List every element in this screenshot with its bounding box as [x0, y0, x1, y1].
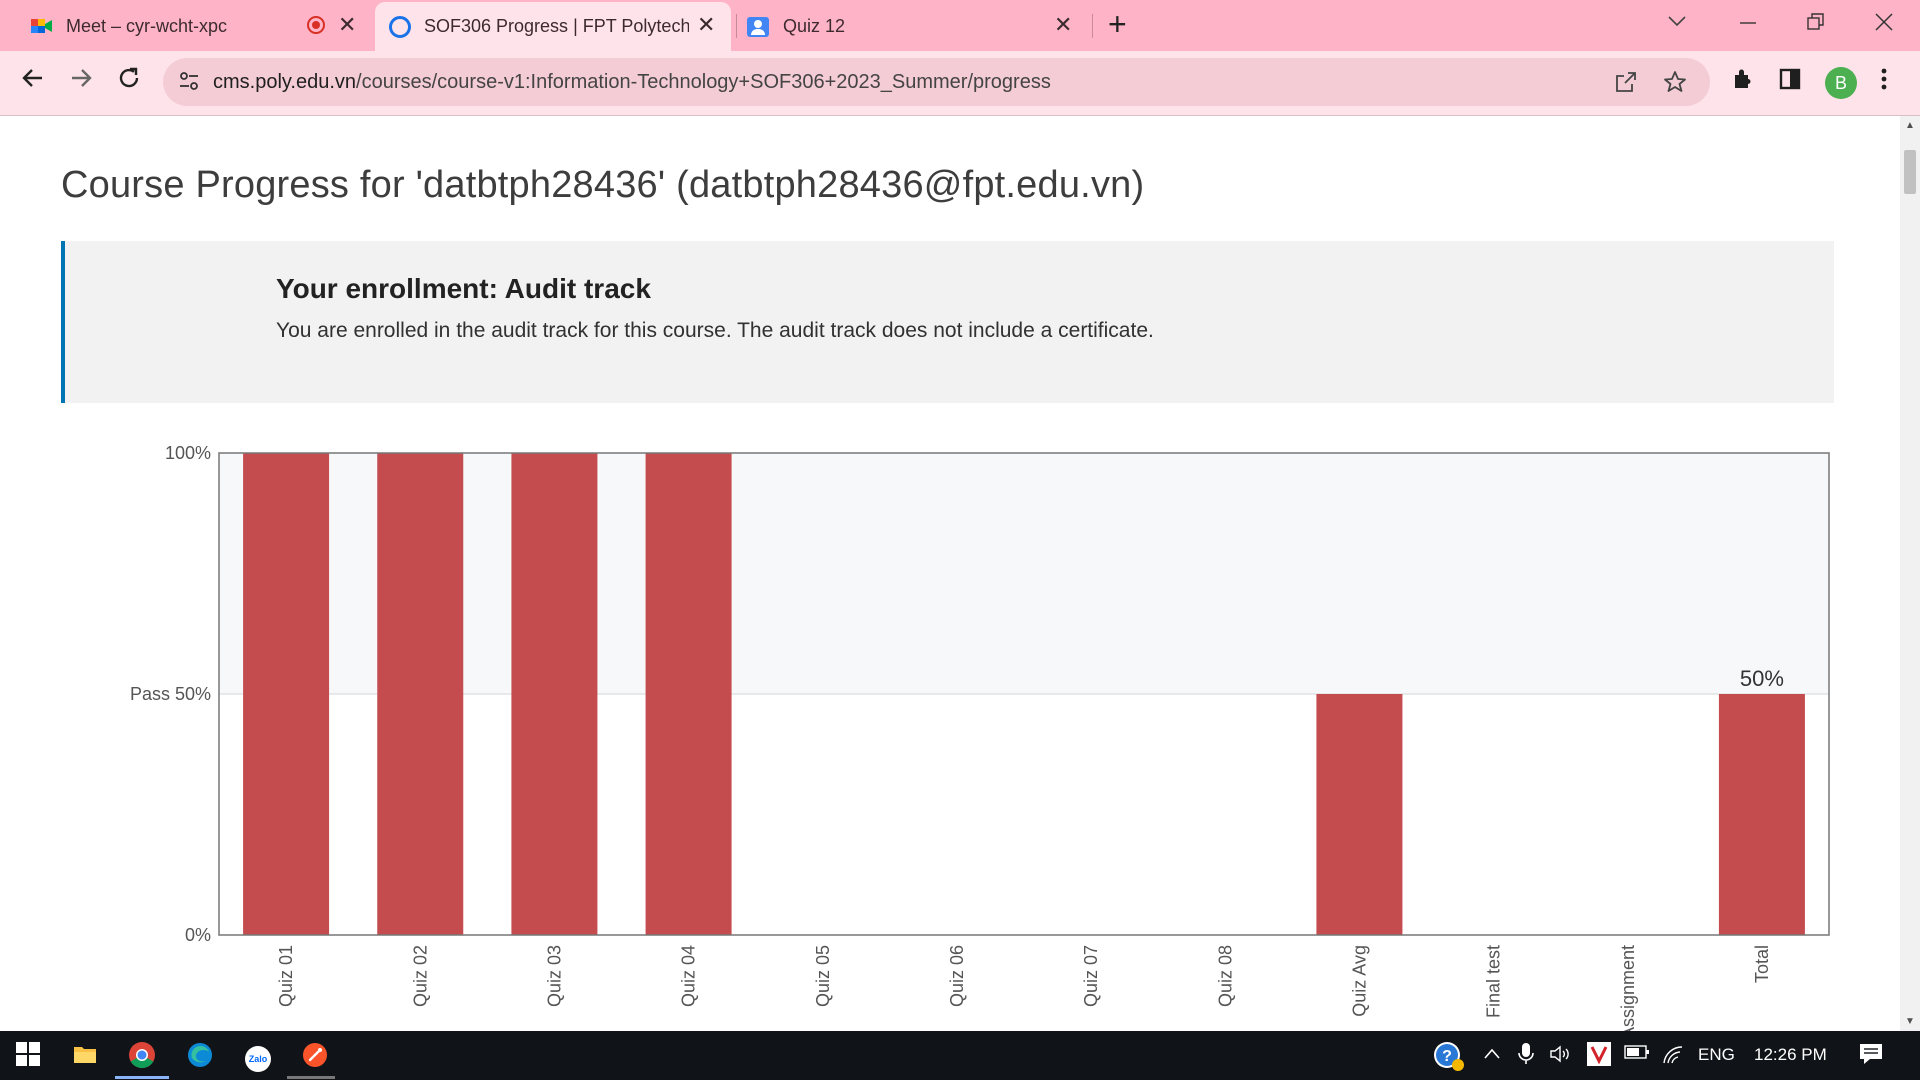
language-indicator[interactable]: ENG: [1698, 1045, 1735, 1065]
vivaldi-v-icon[interactable]: [1587, 1042, 1611, 1071]
page-content: Course Progress for 'datbtph28436' (datb…: [0, 116, 1900, 1031]
close-tab-icon[interactable]: ✕: [1054, 14, 1072, 36]
bookmark-star-icon[interactable]: [1662, 69, 1688, 102]
x-tick-label: Quiz 06: [947, 945, 967, 1007]
file-explorer-icon[interactable]: [70, 1041, 100, 1071]
back-arrow-icon[interactable]: [20, 65, 46, 97]
windows-start-icon[interactable]: [13, 1041, 43, 1071]
extensions-puzzle-icon[interactable]: [1731, 67, 1755, 98]
forward-arrow-icon[interactable]: [68, 65, 94, 97]
bar: [243, 453, 330, 935]
active-app-indicator: [115, 1076, 169, 1079]
url-host: cms.poly.edu.vn: [213, 71, 357, 93]
minimize-icon[interactable]: [1738, 2, 1758, 48]
address-bar[interactable]: cms.poly.edu.vn/courses/course-v1:Inform…: [163, 58, 1710, 106]
url-path: /courses/course-v1:Information-Technolog…: [356, 71, 1051, 93]
y-tick-label: Pass 50%: [130, 684, 211, 704]
svg-text:?: ?: [1442, 1048, 1452, 1065]
total-value-label: 50%: [1740, 666, 1784, 691]
scroll-up-arrow-icon[interactable]: ▲: [1905, 120, 1915, 131]
recording-indicator-icon: [307, 16, 325, 34]
browser-toolbar: cms.poly.edu.vn/courses/course-v1:Inform…: [0, 51, 1920, 116]
bar: [377, 453, 464, 935]
running-app-indicator: [287, 1076, 335, 1079]
share-icon[interactable]: [1614, 70, 1638, 101]
close-tab-icon[interactable]: ✕: [697, 14, 715, 36]
clock[interactable]: 12:26 PM: [1754, 1045, 1827, 1065]
x-tick-label: Quiz 01: [276, 945, 296, 1007]
page-scrollbar[interactable]: ▲ ▼: [1900, 116, 1920, 1031]
battery-icon[interactable]: [1624, 1044, 1650, 1065]
tab-meet[interactable]: Meet – cyr-wcht-xpc ✕: [14, 2, 372, 51]
x-tick-label: Quiz 02: [410, 945, 430, 1007]
bar: [511, 453, 598, 935]
tab-separator: [1092, 14, 1093, 38]
tab-quiz[interactable]: Quiz 12 ✕: [736, 2, 1086, 51]
x-tick-label: Quiz 07: [1081, 945, 1101, 1007]
x-tick-label: Quiz 04: [679, 945, 699, 1007]
grade-chart: Quiz 01 Quiz 02 Quiz 03 Quiz 04 Quiz 05 Quiz …: [130, 443, 1830, 1031]
side-panel-icon[interactable]: [1778, 67, 1802, 98]
bar: [645, 453, 732, 935]
help-icon[interactable]: ?: [1432, 1040, 1466, 1077]
x-tick-label: Quiz 03: [544, 945, 564, 1007]
tab-progress[interactable]: SOF306 Progress | FPT Polytechn ✕: [375, 2, 731, 51]
tab-search-icon[interactable]: [1667, 8, 1687, 34]
microphone-icon[interactable]: [1517, 1042, 1535, 1071]
reload-icon[interactable]: [116, 65, 142, 97]
y-tick-label: 0%: [185, 925, 211, 945]
loading-ring-icon: [389, 16, 411, 38]
tab-title: SOF306 Progress | FPT Polytechn: [424, 16, 689, 36]
x-tick-label: Quiz Avg: [1349, 945, 1369, 1017]
profile-avatar[interactable]: B: [1825, 67, 1857, 99]
site-settings-icon[interactable]: [178, 70, 200, 99]
windows-taskbar: Zalo ? ENG 12:26 PM: [0, 1031, 1920, 1080]
restore-icon[interactable]: [1806, 12, 1826, 38]
speaker-icon[interactable]: [1549, 1044, 1573, 1069]
chevron-up-icon[interactable]: [1482, 1044, 1502, 1069]
zalo-icon[interactable]: Zalo: [243, 1041, 273, 1072]
close-tab-icon[interactable]: ✕: [338, 14, 356, 36]
x-tick-label: Assignment: [1618, 945, 1638, 1031]
zalo-label: Zalo: [245, 1046, 271, 1072]
bar: [1718, 694, 1805, 935]
wifi-icon[interactable]: [1661, 1044, 1685, 1069]
x-tick-label: Final test: [1484, 945, 1504, 1018]
more-menu-icon[interactable]: [1880, 67, 1888, 98]
scrollbar-thumb[interactable]: [1904, 150, 1916, 194]
edge-icon[interactable]: [185, 1041, 215, 1071]
x-tick-label: Quiz 08: [1215, 945, 1235, 1007]
google-meet-icon: [31, 17, 53, 35]
brave-icon[interactable]: [300, 1041, 330, 1071]
scroll-down-arrow-icon[interactable]: ▼: [1905, 1016, 1915, 1027]
y-tick-label: 100%: [165, 443, 211, 463]
tab-title: Quiz 12: [783, 16, 846, 36]
tab-strip: Meet – cyr-wcht-xpc ✕ SOF306 Progress | …: [0, 0, 1920, 51]
new-tab-button[interactable]: +: [1108, 8, 1127, 40]
x-tick-label: Total: [1752, 945, 1772, 983]
tab-title: Meet – cyr-wcht-xpc: [66, 16, 228, 36]
chrome-icon[interactable]: [127, 1041, 157, 1071]
google-classroom-icon: [747, 17, 769, 37]
x-tick-label: Quiz 05: [813, 945, 833, 1007]
url-text[interactable]: cms.poly.edu.vn/courses/course-v1:Inform…: [213, 71, 1051, 94]
bar: [1316, 694, 1403, 935]
close-window-icon[interactable]: [1874, 12, 1894, 38]
notification-icon[interactable]: [1858, 1042, 1884, 1071]
